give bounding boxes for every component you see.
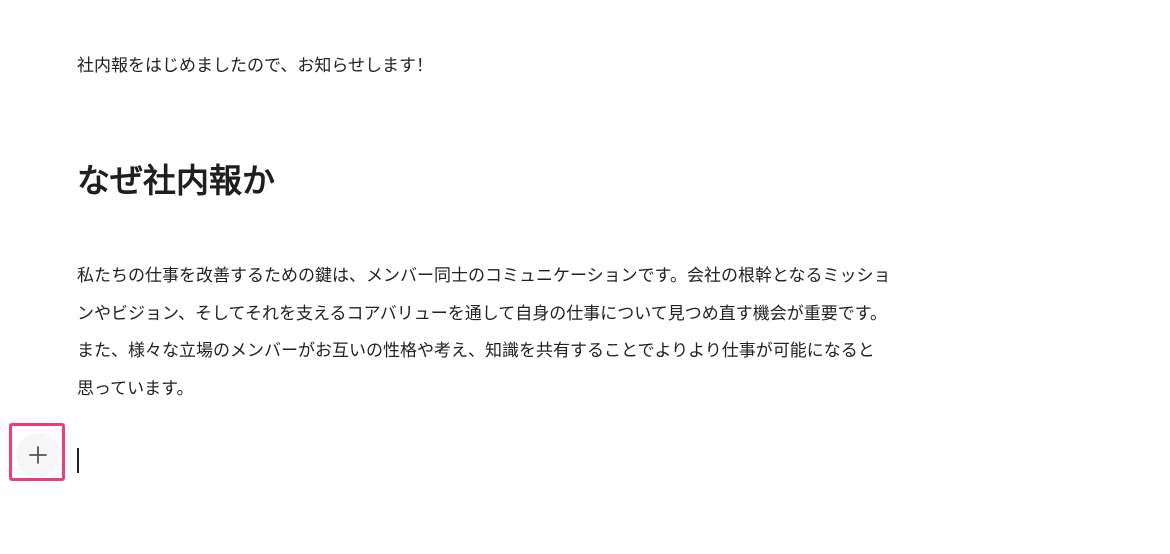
body-line: ンやビジョン、そしてそれを支えるコアバリューを通して自身の仕事について見つめ直す… xyxy=(77,303,888,324)
editor-page: 社内報をはじめましたので、お知らせします！ なぜ社内報か 私たちの仕事を改善する… xyxy=(0,0,1170,554)
section-heading[interactable]: なぜ社内報か xyxy=(77,156,275,206)
text-cursor[interactable] xyxy=(77,448,79,473)
body-line: 思っています。 xyxy=(77,378,194,399)
intro-paragraph[interactable]: 社内報をはじめましたので、お知らせします！ xyxy=(77,53,433,79)
body-line: また、様々な立場のメンバーがお互いの性格や考え、知識を共有することでよりより仕事… xyxy=(77,341,875,361)
body-line: 私たちの仕事を改善するための鍵は、メンバー同士のコミュニケーションです。会社の根… xyxy=(77,266,891,286)
add-block-button[interactable] xyxy=(16,433,60,477)
plus-icon xyxy=(29,446,47,464)
body-paragraph[interactable]: 私たちの仕事を改善するための鍵は、メンバー同士のコミュニケーションです。会社の根… xyxy=(77,258,1067,408)
